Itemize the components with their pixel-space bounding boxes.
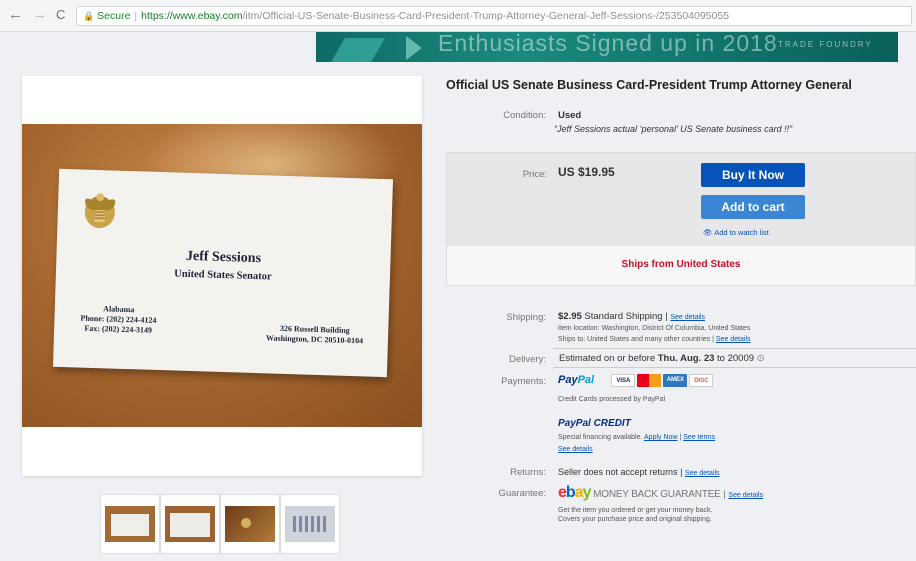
url-separator: |: [134, 10, 138, 22]
delivery-prefix: Estimated on or before: [559, 353, 656, 364]
guarantee-label: Guarantee:: [498, 488, 546, 499]
forward-arrow-icon[interactable]: →: [32, 7, 47, 23]
banner-decoration: [331, 38, 385, 62]
card-address: 326 Russell Building Washington, DC 2051…: [266, 323, 364, 346]
special-financing-line: Special financing available. Apply Now |…: [558, 434, 716, 441]
thumbnail[interactable]: [220, 494, 280, 554]
delivery-label: Delivery:: [509, 354, 546, 365]
main-image-panel[interactable]: Jeff Sessions United States Senator Alab…: [22, 76, 422, 476]
price-label: Price:: [522, 169, 547, 180]
returns-line: Seller does not accept returns | See det…: [558, 467, 720, 477]
payment-logos: PayPal VISAMCAMEXDISC: [558, 374, 715, 387]
secure-label: Secure: [97, 10, 131, 22]
thumbnail-image: [285, 506, 335, 542]
thumbnail-image: [165, 506, 215, 542]
back-arrow-icon[interactable]: ←: [8, 7, 23, 23]
thumbnail-image: [225, 506, 275, 542]
delivery-date: Thu. Aug. 23: [657, 353, 715, 364]
banner-arrow-icon: [406, 36, 422, 60]
credit-cards-processed: Credit Cards processed by PayPal: [558, 396, 665, 403]
banner-small-text: TRADE FOUNDRY: [778, 40, 873, 49]
thumbnail[interactable]: [100, 494, 160, 554]
condition-value: Used: [558, 110, 582, 121]
url-path: /itm/Official-US-Senate-Business-Card-Pr…: [242, 10, 730, 22]
buy-it-now-button[interactable]: Buy It Now: [701, 163, 805, 187]
banner-text: Enthusiasts Signed up in 2018: [438, 32, 778, 56]
ships-to-see-details-link[interactable]: See details: [716, 336, 751, 343]
item-location: Item location: Washington, District Of C…: [558, 325, 751, 332]
special-financing: Special financing available.: [558, 434, 643, 441]
returns-value: Seller does not accept returns |: [558, 467, 683, 477]
see-terms-link[interactable]: See terms: [683, 434, 715, 441]
add-to-cart-button[interactable]: Add to cart: [701, 195, 805, 219]
guarantee-line1: Get the item you ordered or get your mon…: [558, 507, 713, 514]
thumbnail-image: [105, 506, 155, 542]
guarantee-see-details-link[interactable]: See details: [728, 492, 763, 499]
paypal-logo-part2: Pal: [577, 374, 595, 387]
info-icon[interactable]: ⊙: [757, 353, 765, 364]
visa-card-icon: VISA: [611, 374, 636, 387]
returns-label: Returns:: [510, 467, 546, 478]
delivery-box: Estimated on or before Thu. Aug. 23 to 2…: [553, 348, 916, 368]
browser-toolbar: ← → C 🔒 Secure | https://www.ebay.com/itm/…: [0, 0, 916, 32]
paypal-logo-icon: PayPal: [558, 374, 594, 386]
condition-label: Condition:: [503, 110, 546, 121]
paypal-logo-part1: Pay: [558, 374, 578, 387]
amex-card-icon: AMEX: [663, 374, 688, 387]
reload-icon[interactable]: C: [56, 7, 65, 23]
add-to-watch-list-link[interactable]: 👁 Add to watch list: [703, 228, 769, 237]
shipping-line: $2.95 Standard Shipping | See details: [558, 311, 705, 322]
thumbnail[interactable]: [160, 494, 220, 554]
guarantee-line2: Covers your purchase price and original …: [558, 516, 712, 523]
watch-list-label: Add to watch list: [714, 228, 769, 237]
shipping-see-details-link[interactable]: See details: [670, 314, 705, 321]
eye-icon: 👁: [703, 228, 713, 237]
item-photo[interactable]: Jeff Sessions United States Senator Alab…: [22, 124, 422, 427]
delivery-estimate: Estimated on or before Thu. Aug. 23 to 2…: [559, 353, 765, 364]
ebay-logo-icon: ebay: [558, 484, 591, 501]
lock-icon: 🔒: [83, 11, 95, 21]
discover-card-icon: DISC: [689, 374, 714, 387]
guarantee-value: MONEY BACK GUARANTEE: [593, 489, 721, 500]
condition-description: “Jeff Sessions actual ‘personal’ US Sena…: [554, 124, 793, 134]
financing-see-details-link[interactable]: See details: [558, 446, 593, 453]
eagle-seal-icon: [84, 193, 116, 229]
ships-to: Ships to: United States and many other c…: [558, 336, 714, 343]
guarantee-line: ebay MONEY BACK GUARANTEE | See details: [558, 484, 764, 501]
card-address-line2: Washington, DC 20510-0104: [265, 333, 364, 346]
promo-banner[interactable]: Enthusiasts Signed up in 2018 TRADE FOUN…: [316, 32, 898, 62]
payments-label: Payments:: [501, 376, 546, 387]
paypal-credit-logo-icon: PayPal CREDIT: [558, 418, 631, 429]
shipping-cost: $2.95: [558, 311, 582, 322]
shipping-method: Standard Shipping |: [584, 311, 668, 322]
ships-to-line: Ships to: United States and many other c…: [558, 336, 751, 343]
card-contact: Alabama Phone: (202) 224-4124 Fax: (202)…: [80, 304, 157, 336]
mastercard-icon: MC: [637, 374, 662, 387]
returns-see-details-link[interactable]: See details: [685, 470, 720, 477]
address-bar[interactable]: 🔒 Secure | https://www.ebay.com/itm/Offici…: [76, 6, 912, 26]
shipping-label: Shipping:: [506, 312, 546, 323]
price-area: Price: US $19.95 Buy It Now Add to cart …: [447, 153, 915, 246]
apply-now-link[interactable]: Apply Now: [644, 434, 677, 441]
card-fax: Fax: (202) 224-3149: [84, 323, 153, 335]
delivery-zip: to 20009: [717, 353, 755, 364]
business-card-image: Jeff Sessions United States Senator Alab…: [52, 168, 394, 378]
financing-details: See details: [558, 446, 593, 453]
thumbnail[interactable]: [280, 494, 340, 554]
listing-title: Official US Senate Business Card-Preside…: [446, 78, 852, 92]
url-host: https://www.ebay.com: [141, 10, 243, 22]
price-box: Price: US $19.95 Buy It Now Add to cart …: [446, 152, 916, 286]
ships-from: Ships from United States: [621, 259, 741, 270]
thumbnail-strip: [100, 494, 340, 554]
price-value: US $19.95: [558, 165, 615, 179]
